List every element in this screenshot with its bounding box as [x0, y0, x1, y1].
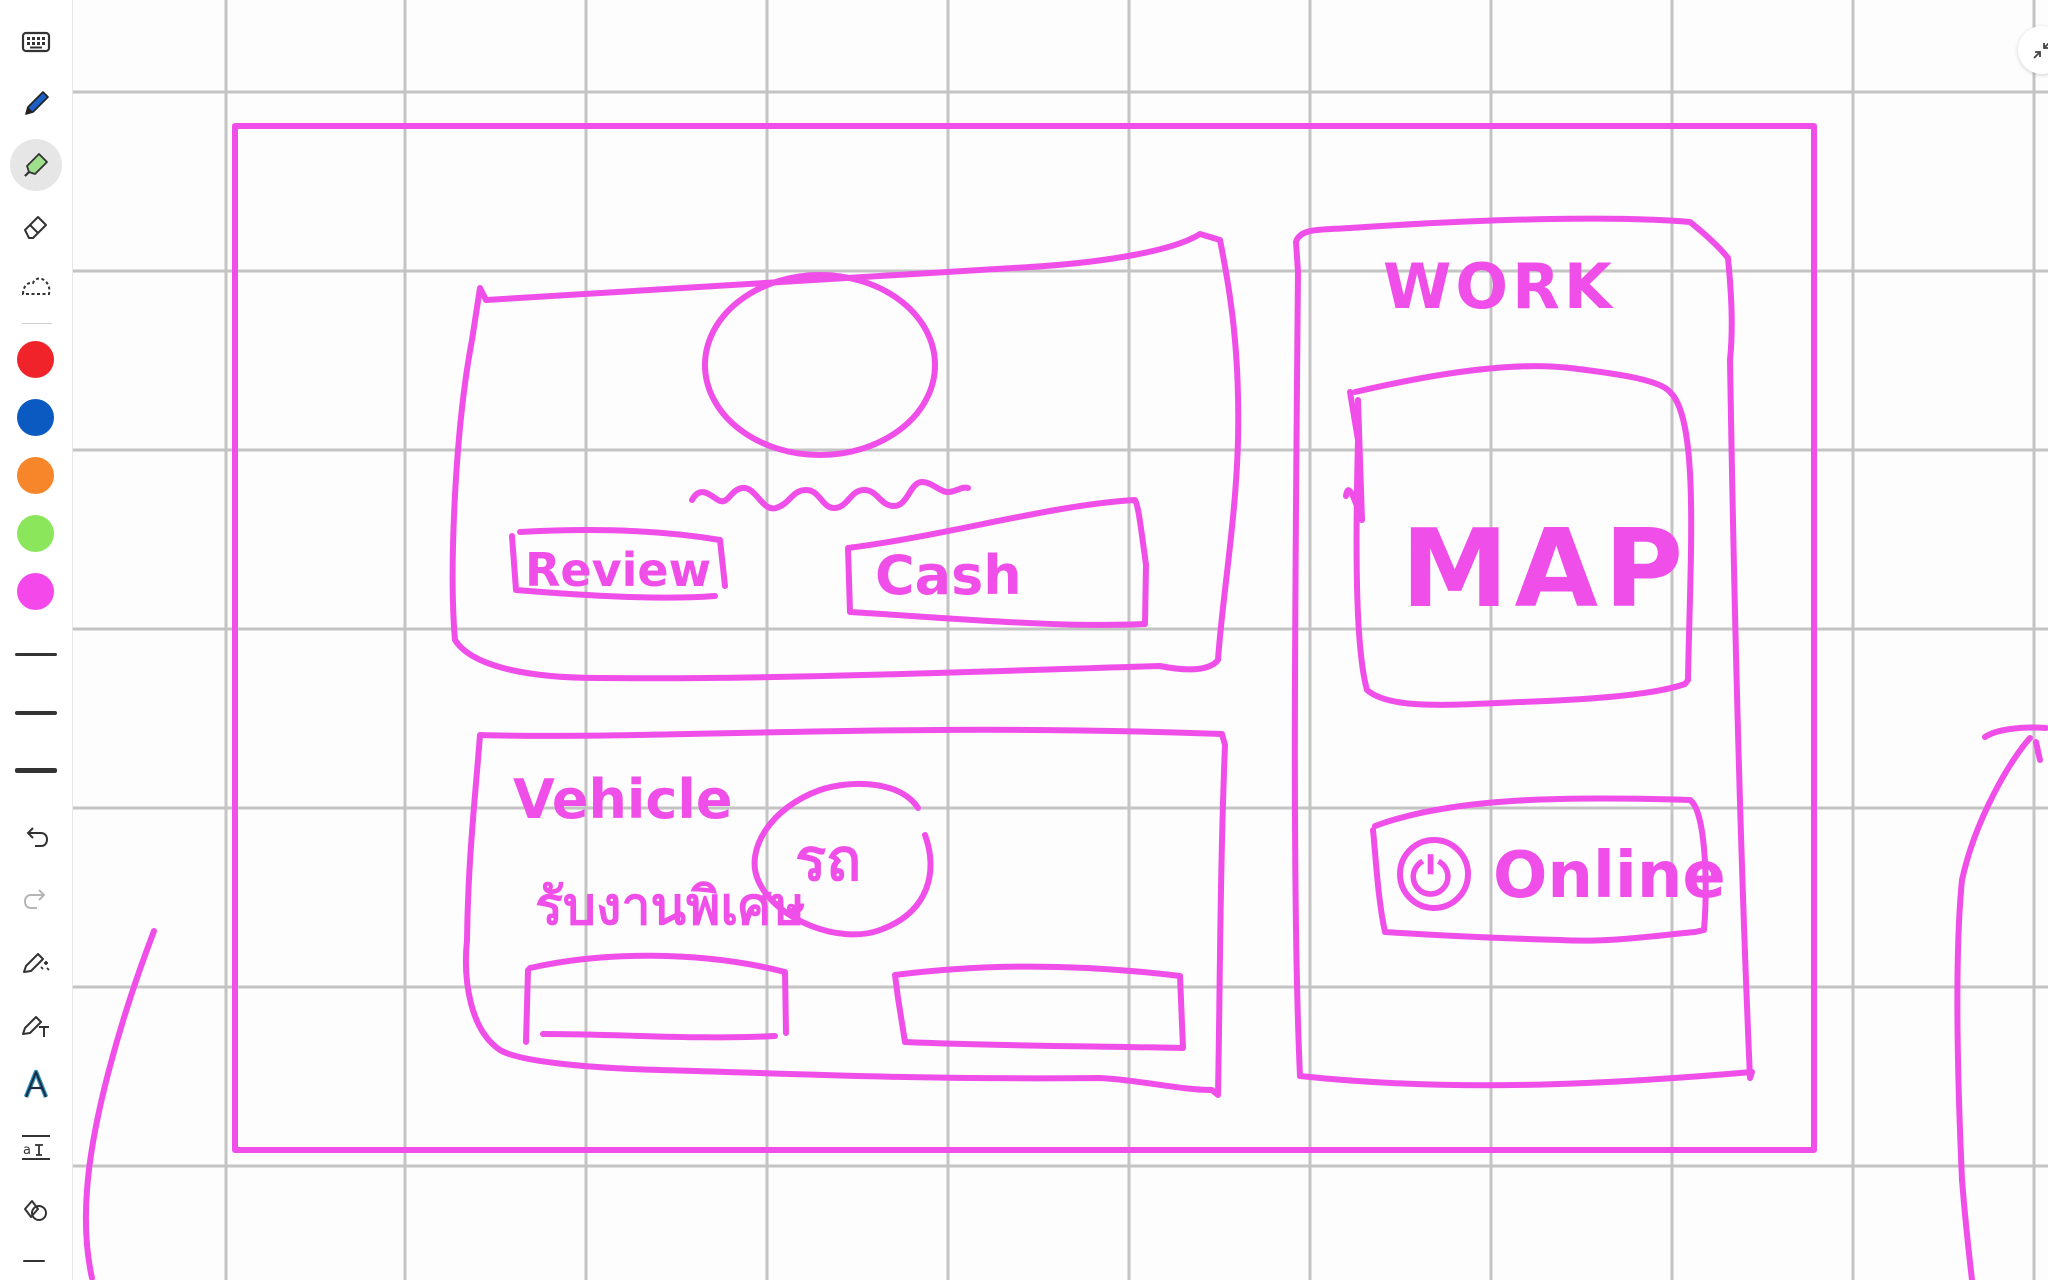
color-swatch-orange[interactable]	[17, 457, 54, 494]
map-label: MAP	[1401, 507, 1689, 632]
color-swatch-blue[interactable]	[17, 399, 54, 436]
drawing-toolbar: a	[0, 0, 73, 1280]
drawing-canvas[interactable]: WORK MAP Review Cash Vehicle รับงานพิเศษ…	[72, 0, 2048, 1280]
extra-job-label: รับงานพิเศษ	[535, 877, 805, 937]
canvas-surface[interactable]: WORK MAP Review Cash Vehicle รับงานพิเศษ…	[72, 0, 2048, 1280]
vehicle-label: Vehicle	[513, 768, 733, 831]
toolbar-more-hint	[23, 1260, 45, 1262]
name-squiggle	[689, 479, 971, 512]
stroke-size-thin[interactable]	[15, 653, 57, 656]
text-size-icon[interactable]: a	[10, 1121, 62, 1173]
eraser-icon[interactable]	[10, 200, 62, 252]
pen-to-text-icon[interactable]	[10, 997, 62, 1049]
pen-icon[interactable]	[10, 78, 62, 130]
ink-layer	[82, 123, 2048, 1280]
profile-card-outline	[449, 231, 1242, 682]
work-label: WORK	[1383, 250, 1616, 323]
magic-pen-icon[interactable]	[10, 935, 62, 987]
toolbar-divider	[22, 323, 52, 324]
highlighter-icon[interactable]	[10, 139, 62, 191]
shapes-icon[interactable]	[10, 1183, 62, 1235]
avatar-circle	[702, 272, 938, 458]
review-label: Review	[525, 543, 711, 597]
online-label: Online	[1493, 839, 1726, 913]
vehicle-circle-label: รถ	[795, 826, 861, 894]
handwriting-layer: WORK MAP Review Cash Vehicle รับงานพิเศษ…	[513, 250, 1726, 937]
color-swatch-red[interactable]	[17, 341, 54, 378]
whiteboard-app: a WORK MAP Review Cash Vehicle รับงานพิเ…	[0, 0, 2048, 1280]
keyboard-icon[interactable]	[10, 16, 62, 68]
text-style-icon[interactable]	[10, 1059, 62, 1111]
undo-icon[interactable]	[10, 811, 62, 863]
stroke-size-medium[interactable]	[15, 711, 57, 715]
left-edge-stroke	[82, 928, 157, 1280]
color-swatch-green[interactable]	[17, 515, 54, 552]
collapse-icon	[2033, 42, 2048, 59]
vehicle-left-button	[523, 952, 789, 1045]
cash-label: Cash	[875, 544, 1022, 607]
lasso-icon[interactable]	[10, 261, 62, 313]
online-power-icon: ⏻	[1410, 848, 1451, 908]
right-edge-tick	[2033, 739, 2043, 763]
color-swatch-magenta[interactable]	[17, 573, 54, 610]
stroke-size-thick[interactable]	[15, 768, 57, 773]
vehicle-right-button	[892, 963, 1186, 1051]
redo-icon[interactable]	[10, 873, 62, 925]
background-grid	[72, 0, 2048, 1280]
svg-text:a: a	[23, 1143, 31, 1158]
